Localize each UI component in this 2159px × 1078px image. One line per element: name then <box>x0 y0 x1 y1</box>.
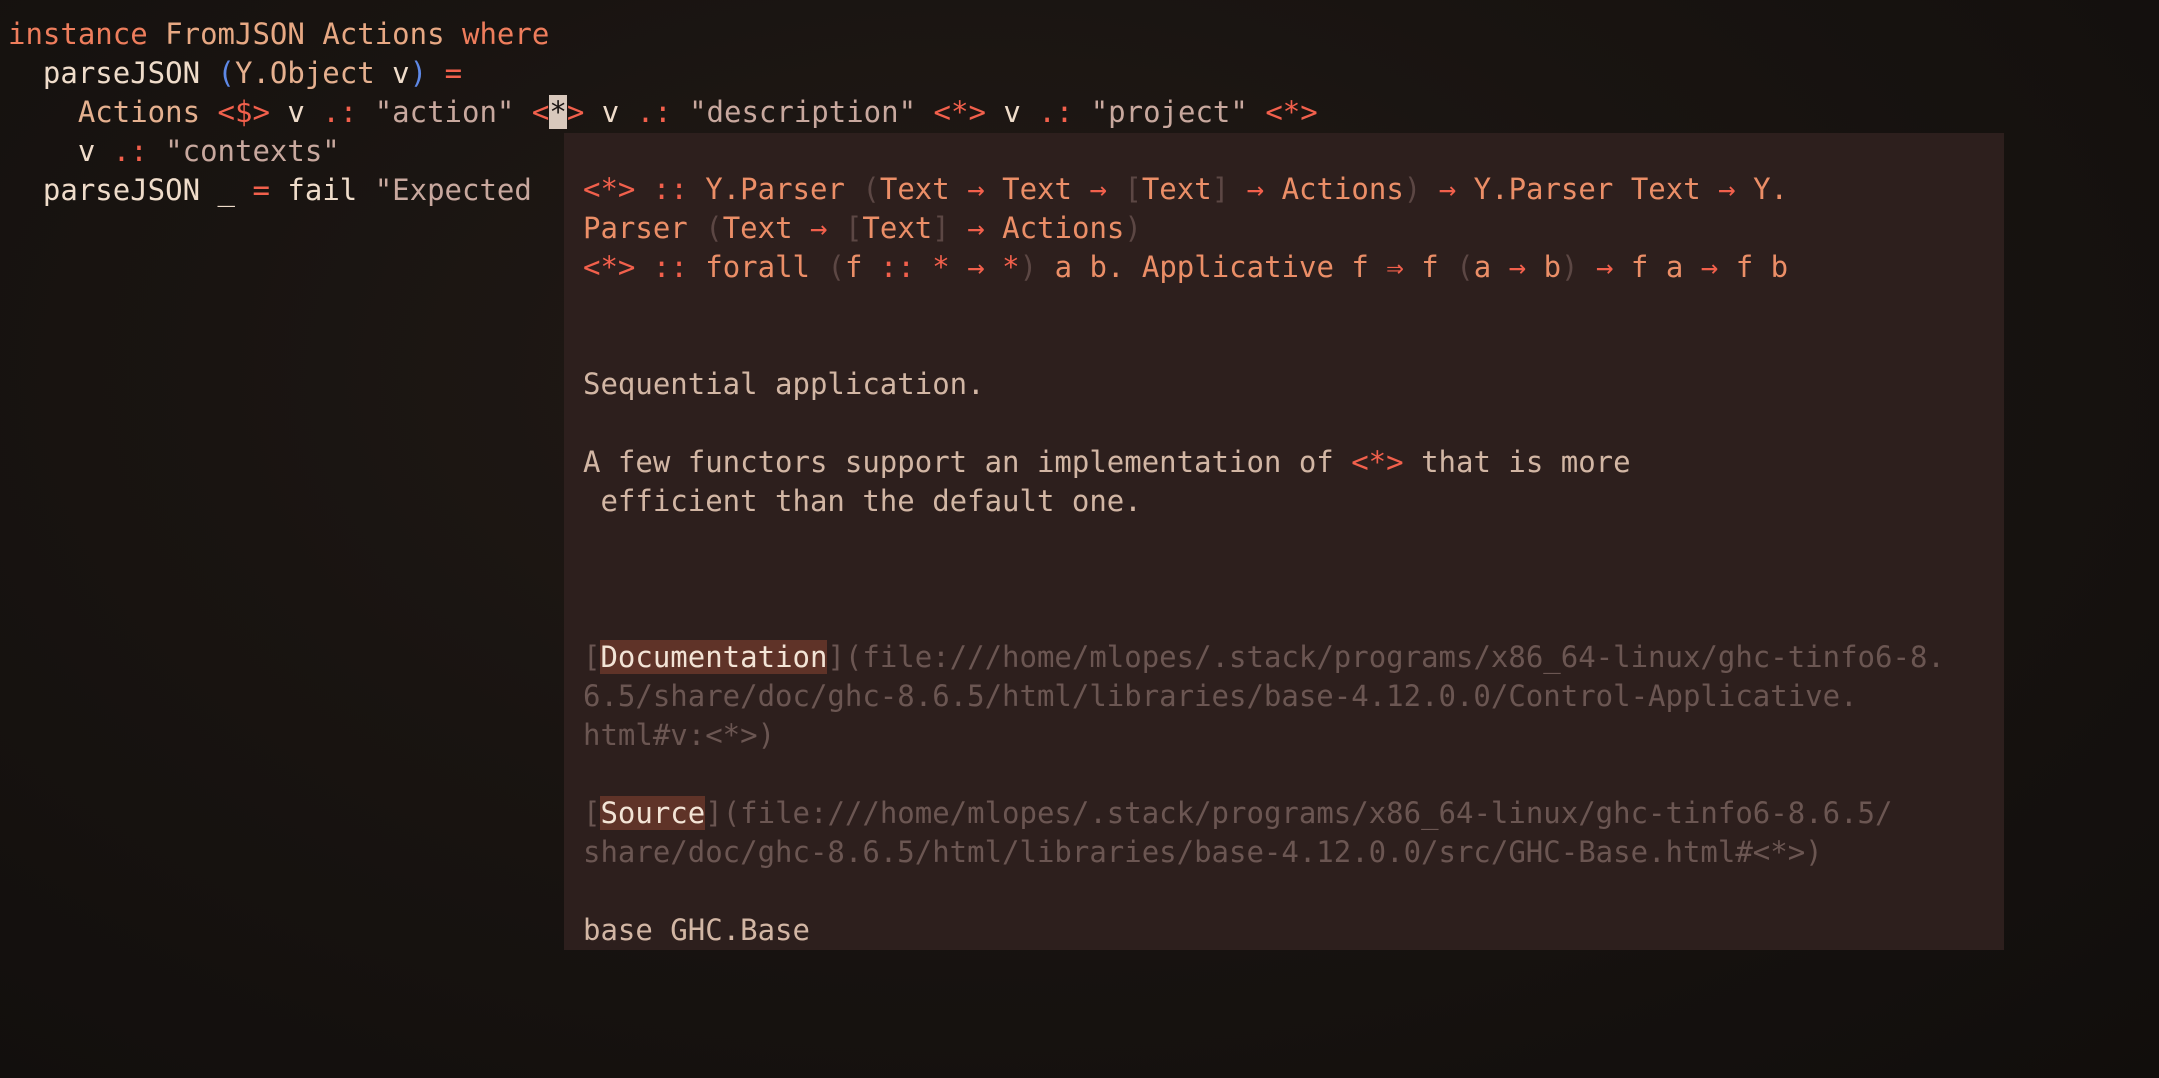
doc-paragraph: A few functors support an implementation… <box>583 445 1631 479</box>
constructor: Actions <box>77 95 201 129</box>
documentation-link[interactable]: Documentation <box>600 640 828 674</box>
string-literal: "description" <box>689 95 917 129</box>
documentation-link-line-2: 6.5/share/doc/ghc-8.6.5/html/libraries/b… <box>583 679 1858 713</box>
documentation-link-line-1: [Documentation](file:///home/mlopes/.sta… <box>583 640 1945 674</box>
code-line-4: v .: "contexts" <box>8 132 340 171</box>
code-line-2: parseJSON (Y.Object v) = <box>8 54 462 93</box>
constructor: Y.Object <box>235 56 375 90</box>
ap-op: <*> <box>1265 95 1318 129</box>
doc-summary: Sequential application. <box>583 367 985 401</box>
module-name: base GHC.Base <box>583 913 810 947</box>
ap-op: <*> <box>933 95 986 129</box>
doc-paragraph-cont: efficient than the default one. <box>583 484 1142 518</box>
type-name: Actions <box>322 17 445 51</box>
string-literal: "contexts" <box>165 134 340 168</box>
type-signature-specialized: <*> :: Y.Parser (Text → Text → [Text] → … <box>583 172 1788 206</box>
operator-ref: <*> <box>1351 445 1404 479</box>
text-cursor: * <box>549 95 567 129</box>
var: v <box>77 134 96 168</box>
var: v <box>601 95 620 129</box>
hover-documentation-popup[interactable]: <*> :: Y.Parser (Text → Text → [Text] → … <box>564 133 2004 950</box>
type-signature-specialized-cont: Parser (Text → [Text] → Actions) <box>583 211 1142 245</box>
equals-op: = <box>252 173 270 207</box>
field-op: .: <box>112 134 148 168</box>
equals-op: = <box>444 56 463 90</box>
string-literal: "project" <box>1090 95 1248 129</box>
class-name: FromJSON <box>165 17 305 51</box>
ap-op-under-cursor[interactable]: <*> <box>532 95 584 129</box>
var: v <box>1003 95 1021 129</box>
source-link-line-1: [Source](file:///home/mlopes/.stack/prog… <box>583 796 1893 830</box>
documentation-link-line-3: html#v:<*>) <box>583 718 776 752</box>
string-literal: "action" <box>374 95 515 129</box>
string-literal: "Expected <box>374 173 532 207</box>
source-link-line-2: share/doc/ghc-8.6.5/html/libraries/base-… <box>583 835 1823 869</box>
keyword-instance: instance <box>8 17 148 51</box>
close-paren: ) <box>409 56 428 90</box>
code-line-1: instance FromJSON Actions where <box>8 15 549 54</box>
var: v <box>287 95 305 129</box>
wildcard: _ <box>217 173 235 207</box>
fail-function: fail <box>287 173 358 207</box>
pattern-var: v <box>392 56 410 90</box>
field-op: .: <box>322 95 358 129</box>
fmap-op: <$> <box>217 95 270 129</box>
field-op: .: <box>636 95 672 129</box>
open-paren: ( <box>217 56 235 90</box>
keyword-where: where <box>462 17 550 51</box>
function-name: parseJSON <box>42 56 201 90</box>
code-line-5: parseJSON _ = fail "Expected <box>8 171 532 210</box>
field-op: .: <box>1038 95 1074 129</box>
type-signature-general: <*> :: forall (f :: * → *) a b. Applicat… <box>583 250 1789 284</box>
code-line-3: Actions <$> v .: "action" <*> v .: "desc… <box>8 93 1318 132</box>
source-link[interactable]: Source <box>600 796 706 830</box>
function-name: parseJSON <box>42 173 201 207</box>
